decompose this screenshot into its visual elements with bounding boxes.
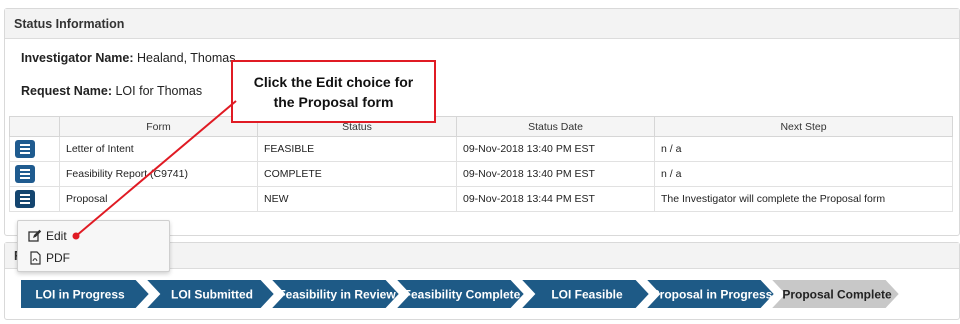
instruction-callout: Click the Edit choice for the Proposal f… <box>231 60 436 123</box>
pdf-label: PDF <box>46 251 70 265</box>
callout-line-2: the Proposal form <box>273 94 394 110</box>
progress-step: LOI in Progress <box>20 278 152 310</box>
progress-step: Feasibility Complete <box>392 278 527 310</box>
row-menu-button-proposal[interactable] <box>15 190 35 208</box>
cell-next-step: n / a <box>654 136 953 162</box>
table-row: Proposal NEW 09-Nov-2018 13:44 PM EST Th… <box>9 186 953 212</box>
progress-step: Proposal Complete <box>767 278 902 310</box>
panel-title: Status Information <box>5 9 959 39</box>
cell-status: COMPLETE <box>257 161 457 187</box>
forms-table: Form Status Status Date Next Step Letter… <box>9 116 953 212</box>
hamburger-icon <box>20 194 30 196</box>
callout-line-1: Click the Edit choice for <box>253 74 414 90</box>
cell-status-date: 09-Nov-2018 13:44 PM EST <box>456 186 655 212</box>
hamburger-icon <box>20 169 30 171</box>
request-label: Request Name: <box>21 84 112 98</box>
table-row: Feasibility Report (C9741) COMPLETE 09-N… <box>9 161 953 187</box>
row-menu-button[interactable] <box>15 165 35 183</box>
progress-step-label: Proposal Complete <box>782 288 892 302</box>
progress-steps: LOI in Progress LOI Submitted Feasibility … <box>20 278 902 310</box>
cell-next-step: n / a <box>654 161 953 187</box>
menu-item-pdf[interactable]: PDF <box>18 247 169 269</box>
request-value: LOI for Thomas <box>115 84 203 98</box>
investigator-info: Investigator Name: Healand, Thomas <box>21 51 235 65</box>
pdf-icon <box>30 251 41 265</box>
investigator-value: Healand, Thomas <box>137 51 236 65</box>
progress-step-label: LOI in Progress <box>35 288 125 302</box>
cell-next-step: The Investigator will complete the Propo… <box>654 186 953 212</box>
progress-step: LOI Submitted <box>142 278 277 310</box>
cell-form: Letter of Intent <box>59 136 258 162</box>
cell-form: Feasibility Report (C9741) <box>59 161 258 187</box>
progress-step-label: Feasibility in Review <box>278 288 396 302</box>
table-header-row: Form Status Status Date Next Step <box>9 116 953 137</box>
menu-item-edit[interactable]: Edit <box>18 225 169 247</box>
edit-icon <box>28 229 42 242</box>
table-row: Letter of Intent FEASIBLE 09-Nov-2018 13… <box>9 136 953 162</box>
header-actions <box>9 116 60 137</box>
progress-step-label: Feasibility Complete <box>404 288 521 302</box>
edit-label: Edit <box>46 229 67 243</box>
progress-step: LOI Feasible <box>517 278 652 310</box>
progress-step-label: LOI Submitted <box>171 288 253 302</box>
progress-step: Feasibility in Review <box>267 278 402 310</box>
row-action-menu: Edit PDF <box>17 220 170 272</box>
progress-step: Proposal in Progress <box>642 278 777 310</box>
cell-status-date: 09-Nov-2018 13:40 PM EST <box>456 136 655 162</box>
cell-form: Proposal <box>59 186 258 212</box>
cell-status-date: 09-Nov-2018 13:40 PM EST <box>456 161 655 187</box>
cell-status: FEASIBLE <box>257 136 457 162</box>
header-next-step: Next Step <box>654 116 953 137</box>
progress-step-label: Proposal in Progress <box>652 288 773 302</box>
header-status-date: Status Date <box>456 116 655 137</box>
investigator-label: Investigator Name: <box>21 51 134 65</box>
request-info: Request Name: LOI for Thomas <box>21 84 202 98</box>
header-form: Form <box>59 116 258 137</box>
cell-status: NEW <box>257 186 457 212</box>
progress-step-label: LOI Feasible <box>551 288 623 302</box>
hamburger-icon <box>20 144 30 146</box>
row-menu-button[interactable] <box>15 140 35 158</box>
